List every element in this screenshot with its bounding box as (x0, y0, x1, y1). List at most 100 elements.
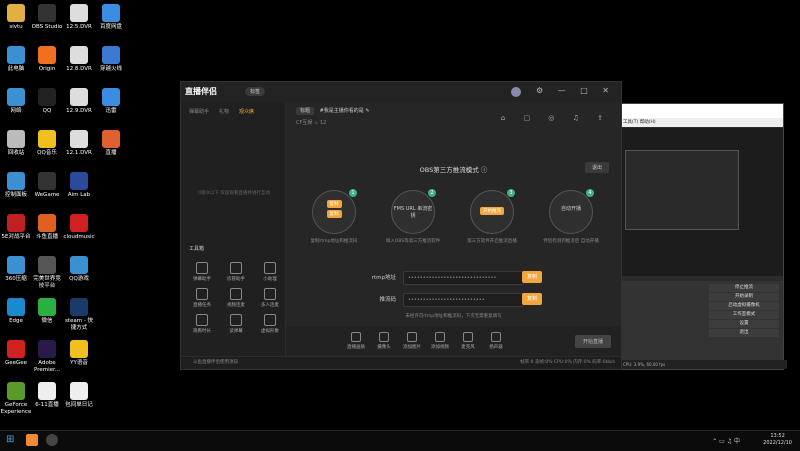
desktop-shortcut[interactable]: 12.1.DVR (63, 130, 95, 157)
danmaku-helper-tool[interactable]: 弹幕助手 (189, 262, 215, 282)
obs-control-button[interactable]: 启动虚拟摄像机 (709, 302, 779, 310)
app-badge[interactable]: 标签 (245, 87, 266, 96)
desktop-shortcut[interactable]: 12.5.DVR (63, 4, 95, 31)
bottom-tool[interactable]: 麦克风 (456, 332, 480, 350)
assistant-tool[interactable]: 小助理 (257, 262, 283, 282)
app-icon (7, 214, 25, 232)
desktop-shortcut[interactable]: 12.9.DVR (63, 88, 95, 115)
stream-key-input[interactable]: •••••••••••••••••••••••••• (403, 293, 524, 307)
room-tag[interactable]: 标题 (296, 107, 315, 115)
obs-titlebar[interactable] (619, 104, 783, 118)
desktop-shortcut-label: 6-11直播 (35, 402, 59, 408)
desktop-shortcut[interactable]: 微信 (31, 298, 63, 325)
rtmp-input[interactable]: •••••••••••••••••••••••••••••• (403, 271, 524, 285)
start-menu-icon[interactable]: ⊞ (6, 434, 14, 445)
desktop-shortcut[interactable]: Adobe Premier... (31, 340, 63, 374)
desktop-shortcut[interactable]: QQ游戏 (63, 256, 95, 283)
desktop-shortcut[interactable]: Aim Lab (63, 172, 95, 199)
tool-label: 多人连麦 (261, 303, 279, 308)
video-link-tool[interactable]: 视频连麦 (223, 288, 249, 308)
edit-icon[interactable]: ✎ (365, 108, 369, 114)
desktop-shortcut[interactable]: 12.8.DVR (63, 46, 95, 73)
obs-menu-bar[interactable]: 工具(T) 帮助(H) (619, 118, 783, 127)
desktop-shortcut[interactable]: 回收站 (0, 130, 32, 157)
desktop-shortcut[interactable]: 网络 (0, 88, 32, 115)
notice-link[interactable]: 斗鱼直播伴侣使用须知 (193, 357, 238, 369)
obs-control-button[interactable]: 设置 (709, 320, 779, 328)
room-title[interactable]: #我是主播你看的是 (320, 108, 364, 114)
obs-control-button[interactable]: 退出 (709, 329, 779, 337)
desktop-shortcut[interactable]: 直播 (95, 130, 127, 157)
bottom-tool-label: 添加视频 (431, 345, 449, 350)
step-action-button[interactable]: 开始推流 (480, 207, 504, 215)
desktop-shortcut[interactable]: OBS Studio (31, 4, 63, 31)
desktop-shortcut[interactable]: QQ (31, 88, 63, 115)
desktop-shortcut[interactable]: 斗鱼直播 (31, 214, 63, 241)
desktop-shortcut[interactable]: 360压缩 (0, 256, 32, 283)
desktop-shortcut[interactable]: 5E对战平台 (0, 214, 32, 241)
window-controls[interactable]: ⚙ — □ ✕ (536, 86, 615, 95)
desktop-shortcut[interactable]: steam - 快捷方式 (63, 298, 95, 332)
desktop-shortcut[interactable]: 包间单日记 (63, 382, 95, 409)
watch-time-tool[interactable]: 观看时长 (189, 314, 215, 334)
step-action-button[interactable]: 复制 (326, 210, 342, 218)
tray-icons[interactable]: ⌃ ▭ ♫ 中 (712, 436, 740, 445)
bottom-tool[interactable]: 扬声器 (484, 332, 508, 350)
desktop-shortcut[interactable]: cloudmusic (63, 214, 95, 241)
room-admin-tool[interactable]: 房管助手 (223, 262, 249, 282)
obs-status-bar: CPU: 3.9%, 60.00 fps (619, 360, 787, 369)
step-description: 填入OBS等第三方推流软件 (385, 239, 441, 244)
sidebar-tab[interactable]: 观众席 (239, 109, 254, 115)
exit-button[interactable]: 退出 (584, 162, 609, 173)
obs-taskbar-icon[interactable] (46, 434, 58, 446)
read-danmaku-tool[interactable]: 读弹幕 (223, 314, 249, 334)
live-task-tool[interactable]: 直播任务 (189, 288, 215, 308)
bottom-tool[interactable]: 添加图片 (400, 332, 424, 350)
desktop-shortcut[interactable]: GeeGee (0, 340, 32, 367)
desktop-shortcut[interactable]: 百度网盘 (95, 4, 127, 31)
bottom-tool[interactable]: 直播画质 (344, 332, 368, 350)
desktop-shortcut[interactable]: 控制面板 (0, 172, 32, 199)
clock[interactable]: 13:52 2022/12/10 (763, 433, 792, 447)
sidebar-tab[interactable]: 弹幕助手 (189, 109, 209, 115)
desktop-shortcut[interactable]: 完美世界竞技平台 (31, 256, 63, 290)
info-icon[interactable]: ⓘ (481, 166, 488, 174)
obs-control-button[interactable]: 开始录制 (709, 293, 779, 301)
bottom-tool-icon (491, 332, 501, 342)
desktop-shortcut[interactable]: sivtu (0, 4, 32, 31)
desktop-shortcut[interactable]: 迅雷 (95, 88, 127, 115)
clock-time: 13:52 (770, 433, 785, 439)
obs-window[interactable]: 工具(T) 帮助(H) 停止推流 开始录制 启动虚拟摄像机 工作室模式 设置 退出 CPU… (618, 103, 787, 370)
desktop-shortcut[interactable]: YY语音 (63, 340, 95, 367)
desktop-shortcut[interactable]: 6-11直播 (31, 382, 63, 409)
desktop-shortcut[interactable]: 穿越火线 (95, 46, 127, 73)
desktop-shortcut[interactable]: GeForce Experience (0, 382, 32, 416)
obs-control-button[interactable]: 停止推流 (709, 284, 779, 292)
step-action-button[interactable]: 复制 (326, 200, 342, 208)
desktop-shortcut-label: sivtu (9, 24, 23, 30)
bottom-tool[interactable]: 添加视频 (428, 332, 452, 350)
go-live-button[interactable]: 开始直播 (574, 335, 611, 348)
bottom-tool[interactable]: 摄像头 (372, 332, 396, 350)
app-taskbar-icon[interactable] (26, 434, 38, 446)
app-titlebar[interactable]: 直播伴侣 标签 ⚙ — □ ✕ (181, 82, 621, 102)
desktop-shortcut[interactable]: QQ音乐 (31, 130, 63, 157)
avatar-tool[interactable]: 虚拟形象 (257, 314, 283, 334)
shortcut-icon (7, 4, 25, 22)
copy-rtmp-button[interactable]: 复制 (522, 271, 542, 283)
sidebar-tab[interactable]: 礼物 (219, 109, 229, 115)
desktop-shortcut[interactable]: 此电脑 (0, 46, 32, 73)
step-circle-text: 开始推流 (471, 206, 513, 216)
multi-link-tool[interactable]: 多人连麦 (257, 288, 283, 308)
desktop-shortcut-label: WeGame (34, 192, 60, 198)
room-title-row: 标题 #我是主播你看的是 ✎ (296, 107, 370, 115)
step-description: 复制rtmp地址和推流码 (310, 239, 358, 244)
desktop-shortcut[interactable]: Origin (31, 46, 63, 73)
avatar[interactable] (511, 87, 521, 97)
obs-control-button[interactable]: 工作室模式 (709, 311, 779, 319)
desktop-shortcut[interactable]: WeGame (31, 172, 63, 199)
desktop-shortcut-label: 回收站 (7, 150, 25, 156)
desktop-shortcut[interactable]: Edge (0, 298, 32, 325)
copy-key-button[interactable]: 复制 (522, 293, 542, 305)
top-action-icons[interactable]: ⌂ ▢ ◎ ♫ ⇪ (501, 114, 611, 122)
